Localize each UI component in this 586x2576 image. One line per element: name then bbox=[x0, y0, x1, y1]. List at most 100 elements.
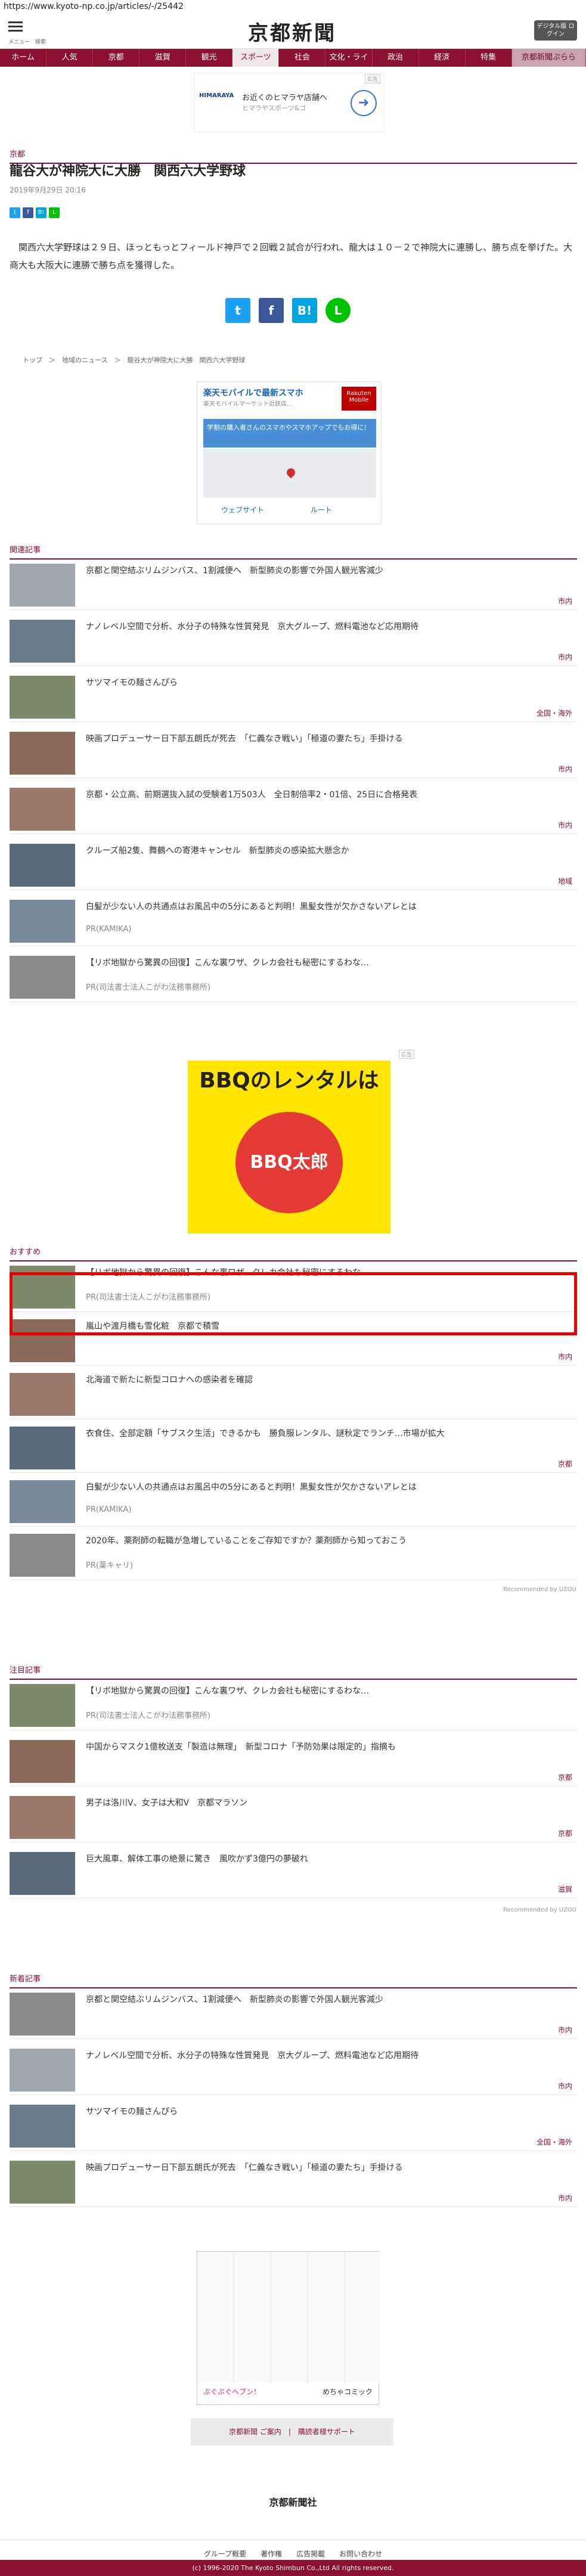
list-item[interactable]: 【リボ地獄から驚異の回復】こんな裏ワザ、クレカ会社も秘密にするわな… PR(司法書… bbox=[10, 1680, 577, 1730]
thumbnail[interactable] bbox=[10, 844, 75, 887]
line-icon[interactable]: L bbox=[325, 298, 351, 323]
thumbnail[interactable] bbox=[10, 620, 75, 663]
thumbnail[interactable] bbox=[10, 1993, 75, 2036]
line-icon[interactable]: L bbox=[49, 207, 60, 218]
list-item[interactable]: 京都・公立高、前期選抜入試の受験者1万503人 全日制倍率2・01倍、25日に合… bbox=[10, 784, 577, 834]
item-title[interactable]: サツマイモの麺さんぴら bbox=[86, 2106, 569, 2118]
item-title[interactable]: 【リボ地獄から驚異の回復】こんな裏ワザ、クレカ会社も秘密にするわな… bbox=[86, 1685, 569, 1697]
list-item[interactable]: サツマイモの麺さんぴら全国・海外 bbox=[10, 672, 577, 722]
item-title[interactable]: 映画プロデューサー日下部五朗氏が死去 「仁義なき戦い」「極道の妻たち」手掛ける bbox=[86, 2162, 569, 2174]
thumbnail[interactable] bbox=[10, 1373, 75, 1416]
list-item[interactable]: 中国からマスク1億枚送支「製造は無理」 新型コロナ「予防効果は限定的」指摘も 京都 bbox=[10, 1736, 577, 1786]
item-title[interactable]: 巨大風車、解体工事の絶景に驚き 風吹かず3億円の夢破れ bbox=[86, 1853, 569, 1865]
list-item[interactable]: ナノレベル空間で分析、水分子の特殊な性質発見 京大グループ、燃料電池など応用期待… bbox=[10, 2045, 577, 2095]
hatena-icon[interactable]: B! bbox=[292, 298, 317, 323]
bbq-ad[interactable]: 広告 BBQのレンタルは BBQ太郎 bbox=[188, 1050, 414, 1233]
item-title[interactable]: クルーズ船2隻、舞鶴への寄港キャンセル 新型肺炎の感染拡大懸念か bbox=[86, 845, 569, 857]
nav-item[interactable]: 経済 bbox=[419, 49, 466, 67]
list-item[interactable]: 白髪が少ない人の共通点はお風呂中の5分にあると判明！黒髪女性が欠かさないアレとは… bbox=[10, 896, 577, 946]
website-button[interactable]: ウェブサイト bbox=[203, 501, 287, 519]
thumbnail[interactable] bbox=[10, 1740, 75, 1783]
thumbnail[interactable] bbox=[10, 1796, 75, 1839]
breadcrumb[interactable]: トップ ＞ 地域のニュース ＞ 龍谷大が神院大に大勝 関西六大学野球 bbox=[23, 355, 245, 365]
list-item[interactable]: 京都と関空結ぶリムジンバス、1割減便へ 新型肺炎の影響で外国人観光客減少 市内 bbox=[10, 560, 577, 610]
thumbnail[interactable] bbox=[10, 1427, 75, 1469]
nav-item[interactable]: 特集 bbox=[466, 49, 512, 67]
item-title[interactable]: ナノレベル空間で分析、水分子の特殊な性質発見 京大グループ、燃料電池など応用期待 bbox=[86, 2050, 569, 2062]
thumbnail[interactable] bbox=[10, 676, 75, 719]
thumbnail[interactable] bbox=[10, 1684, 75, 1727]
section-label[interactable]: 京都 bbox=[10, 148, 577, 164]
list-item[interactable]: 京都と関空結ぶリムジンバス、1割減便へ 新型肺炎の影響で外国人観光客減少 市内 bbox=[10, 1989, 577, 2039]
nav-item[interactable]: 政治 bbox=[373, 49, 419, 67]
manga-ad[interactable]: ぶぐぶぐヘブン！ めちゃコミック bbox=[197, 2251, 380, 2405]
thumbnail[interactable] bbox=[10, 956, 75, 999]
list-item[interactable]: ナノレベル空間で分析、水分子の特殊な性質発見 京大グループ、燃料電池など応用期待… bbox=[10, 616, 577, 666]
thumbnail[interactable] bbox=[10, 788, 75, 831]
item-title[interactable]: 北海道で新たに新型コロナへの感染者を確認 bbox=[86, 1374, 569, 1386]
nav-item[interactable]: 人気 bbox=[46, 49, 94, 67]
item-title[interactable]: 2020年、薬剤師の転職が急増していることをご存知ですか？薬剤師から知っておこう bbox=[86, 1535, 569, 1547]
recommend-credit[interactable]: Recommended by UZOU bbox=[503, 1586, 576, 1593]
list-item[interactable]: 男子は洛川V、女子は大和V 京都マラソン 京都 bbox=[10, 1792, 577, 1842]
item-title[interactable]: 男子は洛川V、女子は大和V 京都マラソン bbox=[86, 1797, 569, 1809]
map-ad[interactable]: 楽天モバイルで最新スマホ 楽天モバイルマーケット近鉄店… Rakuten Mob… bbox=[197, 381, 382, 524]
item-title[interactable]: 白髪が少ない人の共通点はお風呂中の5分にあると判明！黒髪女性が欠かさないアレとは bbox=[86, 901, 569, 913]
site-logo[interactable]: 京都新聞 bbox=[227, 17, 358, 45]
digital-login-button[interactable]: デジタル版 ログイン bbox=[534, 20, 577, 41]
hatena-icon[interactable]: B! bbox=[36, 207, 46, 218]
thumbnail[interactable] bbox=[10, 900, 75, 943]
route-button[interactable]: ルート bbox=[293, 501, 376, 519]
twitter-icon[interactable]: t bbox=[225, 298, 250, 323]
list-item[interactable]: 北海道で新たに新型コロナへの感染者を確認 bbox=[10, 1369, 577, 1419]
list-item[interactable]: 衣食住、全部定額「サブスク生活」できるかも 勝負服レンタル、謎秋定でランチ…市場… bbox=[10, 1423, 577, 1473]
thumbnail[interactable] bbox=[10, 1534, 75, 1577]
item-title[interactable]: サツマイモの麺さんぴら bbox=[86, 677, 569, 689]
footer-buttons[interactable]: 京都新聞 ご案内 | 購読者様サポート bbox=[191, 2418, 393, 2446]
nav-item[interactable]: スポーツ bbox=[232, 49, 280, 67]
browser-url[interactable]: https://www.kyoto-np.co.jp/articles/-/25… bbox=[0, 0, 586, 15]
list-item[interactable]: サツマイモの麺さんぴら 全国・海外 bbox=[10, 2101, 577, 2151]
thumbnail[interactable] bbox=[10, 564, 75, 607]
item-title[interactable]: 映画プロデューサー日下部五朗氏が死去 「仁義なき戦い」「極道の妻たち」手掛ける bbox=[86, 733, 569, 745]
item-title[interactable]: 京都と関空結ぶリムジンバス、1割減便へ 新型肺炎の影響で外国人観光客減少 bbox=[86, 1994, 569, 2006]
list-item[interactable]: 映画プロデューサー日下部五朗氏が死去 「仁義なき戦い」「極道の妻たち」手掛ける市… bbox=[10, 728, 577, 778]
nav-item[interactable]: 社会 bbox=[279, 49, 326, 67]
thumbnail[interactable] bbox=[10, 2049, 75, 2092]
twitter-icon[interactable]: t bbox=[10, 207, 20, 218]
item-title[interactable]: 【リボ地獄から驚異の回復】こんな裏ワザ、クレカ会社も秘密にするわな… bbox=[86, 957, 569, 969]
list-item[interactable]: 白髪が少ない人の共通点はお風呂中の5分にあると判明！黒髪女性が欠かさないアレとは… bbox=[10, 1477, 577, 1527]
nav-item[interactable]: 滋賀 bbox=[139, 49, 187, 67]
nav-item[interactable]: 京都新聞ぷらら bbox=[511, 49, 586, 67]
thumbnail[interactable] bbox=[10, 732, 75, 775]
footer-logo[interactable]: 京都新聞社 bbox=[0, 2494, 586, 2509]
item-title[interactable]: 京都・公立高、前期選抜入試の受験者1万503人 全日制倍率2・01倍、25日に合… bbox=[86, 789, 569, 801]
item-title[interactable]: 白髪が少ない人の共通点はお風呂中の5分にあると判明！黒髪女性が欠かさないアレとは bbox=[86, 1481, 569, 1493]
list-item[interactable]: 映画プロデューサー日下部五朗氏が死去 「仁義なき戦い」「極道の妻たち」手掛ける市… bbox=[10, 2157, 577, 2207]
list-item[interactable]: クルーズ船2隻、舞鶴への寄港キャンセル 新型肺炎の感染拡大懸念か 地域 bbox=[10, 840, 577, 890]
item-title[interactable]: 衣食住、全部定額「サブスク生活」できるかも 勝負服レンタル、謎秋定でランチ…市場… bbox=[86, 1428, 569, 1440]
nav-item[interactable]: 京都 bbox=[93, 49, 140, 67]
top-ad[interactable]: 広告 HIMARAYA お近くのヒマラヤ店舗へ ヒマラヤスポーツ&ゴ ➜ bbox=[194, 73, 385, 132]
item-tag: 全国・海外 bbox=[536, 709, 572, 717]
list-item[interactable]: 巨大風車、解体工事の絶景に驚き 風吹かず3億円の夢破れ 滋賀 bbox=[10, 1848, 577, 1898]
nav-item[interactable]: ホーム bbox=[0, 49, 47, 67]
footer-links[interactable]: グループ概要 著作権 広告掲載 お問い合わせ bbox=[0, 2540, 586, 2559]
facebook-icon[interactable]: f bbox=[259, 298, 284, 323]
item-title[interactable]: 中国からマスク1億枚送支「製造は無理」 新型コロナ「予防効果は限定的」指摘も bbox=[86, 1741, 569, 1753]
facebook-icon[interactable]: f bbox=[23, 207, 33, 218]
nav-item[interactable]: 文化・ライフ bbox=[325, 49, 373, 80]
list-item[interactable]: 【リボ地獄から驚異の回復】こんな裏ワザ、クレカ会社も秘密にするわな… PR(司法書… bbox=[10, 952, 577, 1002]
item-title[interactable]: ナノレベル空間で分析、水分子の特殊な性質発見 京大グループ、燃料電池など応用期待 bbox=[86, 621, 569, 633]
thumbnail[interactable] bbox=[10, 1852, 75, 1895]
menu-icon[interactable] bbox=[8, 19, 26, 37]
recommend-credit[interactable]: Recommended by UZOU bbox=[503, 1907, 576, 1913]
directions-icon[interactable]: ➜ bbox=[351, 90, 377, 116]
thumbnail[interactable] bbox=[10, 2161, 75, 2204]
list-item[interactable]: 2020年、薬剤師の転職が急増していることをご存知ですか？薬剤師から知っておこう… bbox=[10, 1530, 577, 1580]
thumbnail[interactable] bbox=[10, 1480, 75, 1523]
map-ad-headline: 楽天モバイルで最新スマホ bbox=[203, 389, 303, 398]
thumbnail[interactable] bbox=[10, 2105, 75, 2148]
nav-item[interactable]: 観光 bbox=[186, 49, 233, 67]
item-title[interactable]: 京都と関空結ぶリムジンバス、1割減便へ 新型肺炎の影響で外国人観光客減少 bbox=[86, 565, 569, 577]
